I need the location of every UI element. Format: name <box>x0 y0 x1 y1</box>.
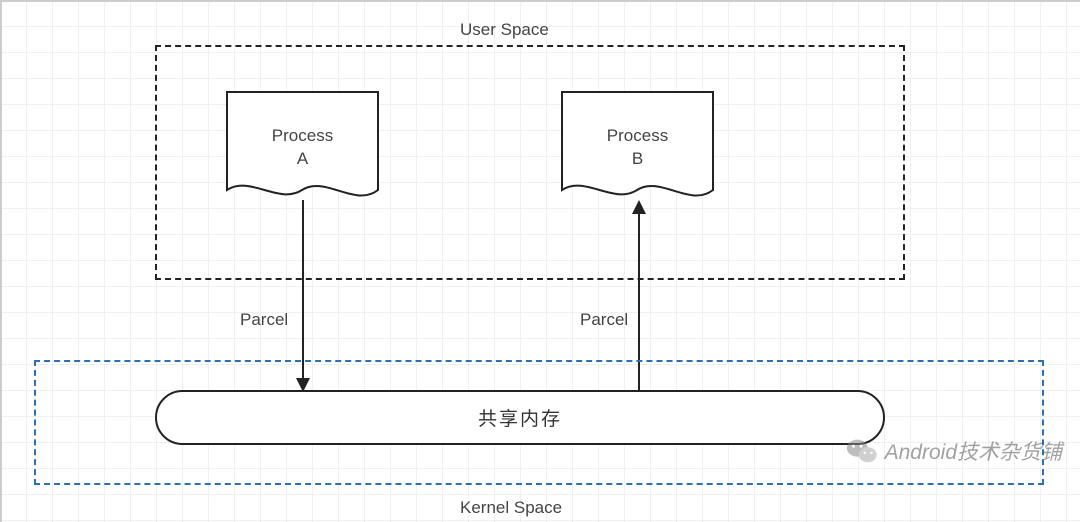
diagram-canvas: User Space Process A Process B Parcel Pa… <box>0 0 1080 522</box>
process-b-id: B <box>632 149 643 168</box>
watermark: Android技术杂货铺 <box>845 434 1062 468</box>
page-border-top <box>0 0 1080 2</box>
wechat-icon <box>845 434 879 468</box>
user-space-label: User Space <box>460 20 549 40</box>
arrow-line <box>302 200 304 378</box>
process-a-id: A <box>297 149 308 168</box>
process-a-box: Process A <box>225 90 380 210</box>
process-a-name: Process <box>272 126 333 145</box>
process-b-name: Process <box>607 126 668 145</box>
watermark-text: Android技术杂货铺 <box>885 436 1062 466</box>
kernel-space-label: Kernel Space <box>460 498 562 518</box>
shared-memory-label: 共享内存 <box>478 404 562 431</box>
process-b-box: Process B <box>560 90 715 210</box>
arrow-a-label: Parcel <box>240 310 288 330</box>
arrow-b-label: Parcel <box>580 310 628 330</box>
page-border-left <box>0 0 2 522</box>
arrowhead-up-icon <box>632 200 646 214</box>
shared-memory-box: 共享内存 <box>155 390 885 445</box>
